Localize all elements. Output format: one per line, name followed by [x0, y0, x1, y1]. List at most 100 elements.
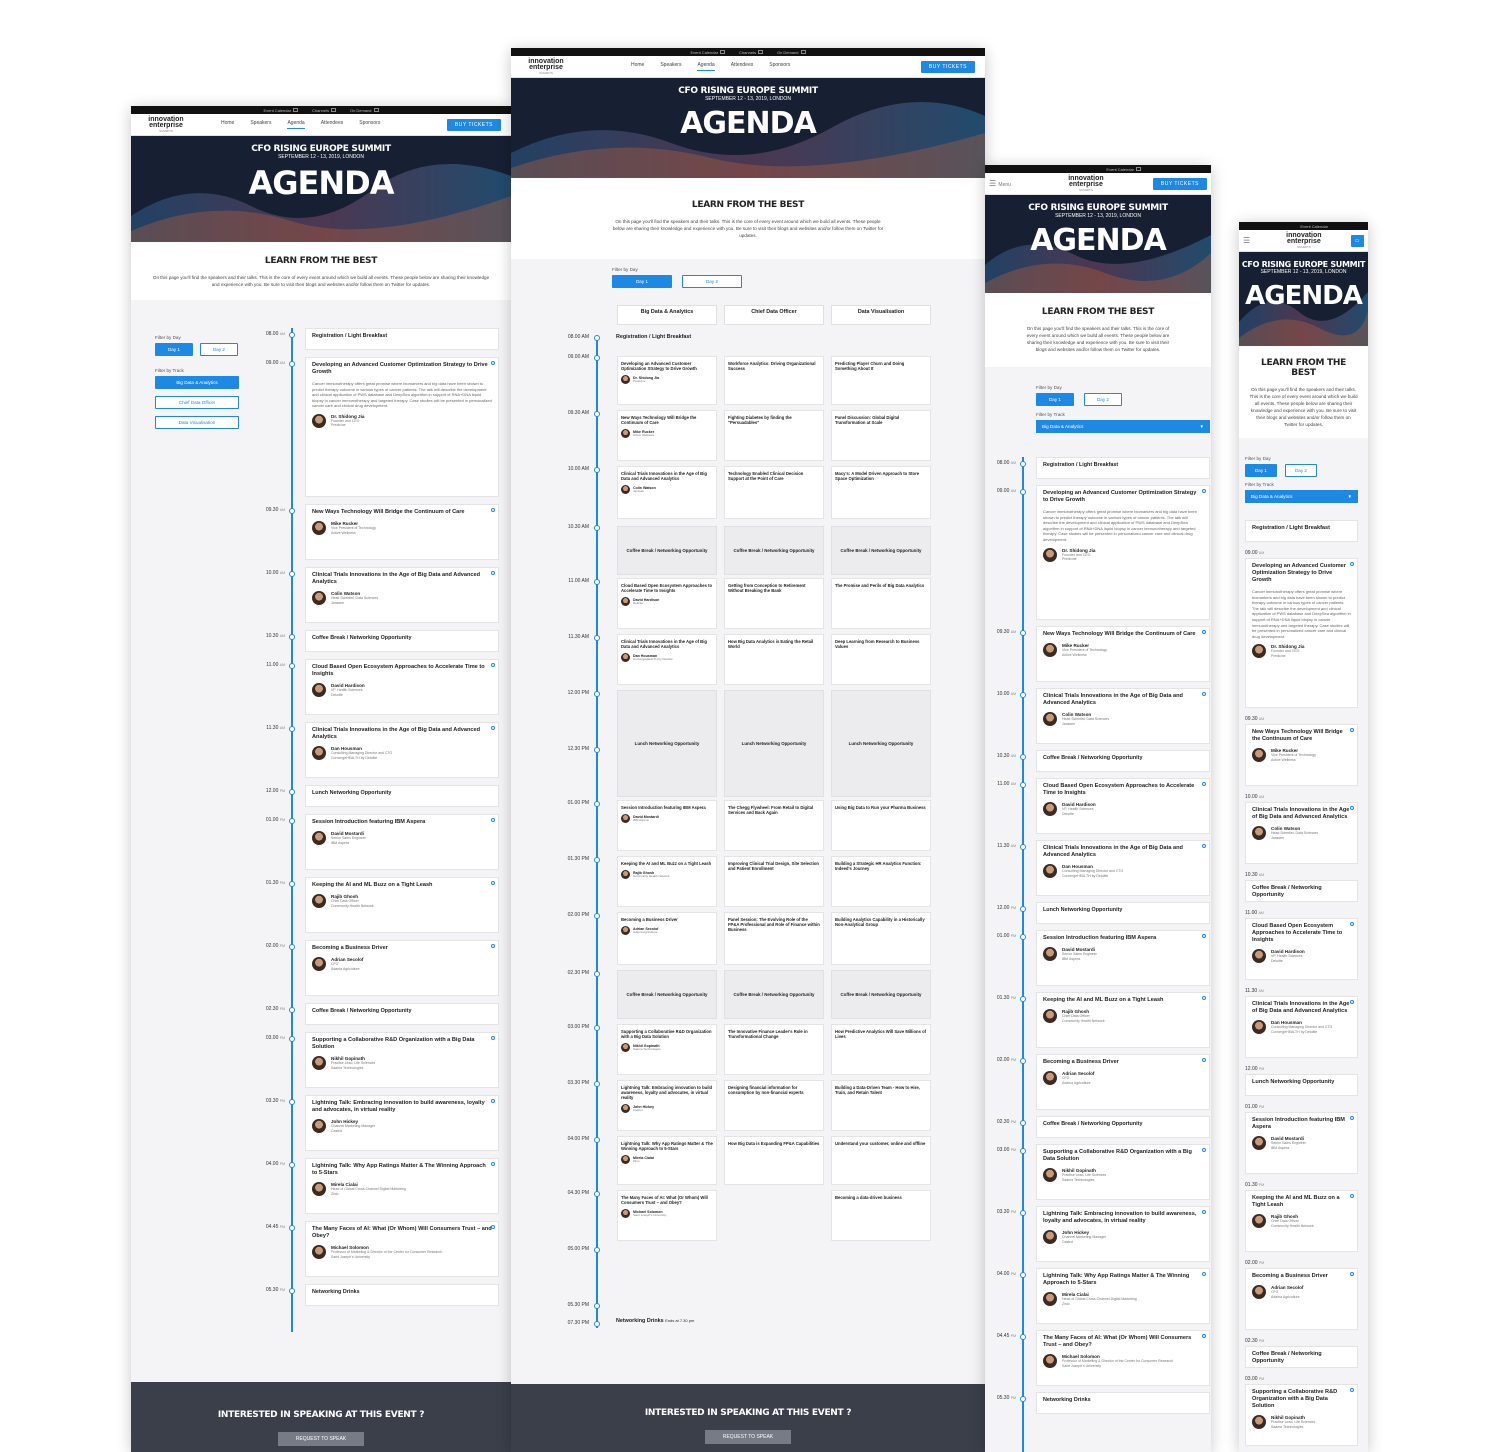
session-card[interactable]: New Ways Technology Will Bridge the Cont… [1245, 724, 1358, 786]
session-card[interactable]: Clinical Trials Innovations in the Age o… [1036, 840, 1210, 896]
session-card-col2[interactable]: Technology Enabled Clinical Decision Sup… [724, 466, 824, 519]
session-card-col3[interactable]: Using Big Data to Run your Pharma Busine… [831, 800, 931, 851]
expand-icon[interactable] [1202, 1334, 1206, 1338]
nav-attendees[interactable]: Attendees [321, 120, 344, 129]
session-card[interactable]: Lightning Talk: Why App Ratings Matter &… [305, 1158, 499, 1214]
expand-icon[interactable] [491, 1036, 495, 1040]
session-card-col3[interactable]: Building a Data-Driven Team - How to Hir… [831, 1080, 931, 1131]
session-card-col3[interactable]: How Predictive Analytics Will Save Milli… [831, 1024, 931, 1075]
session-card[interactable]: Supporting a Collaborative R&D Organizat… [1245, 1384, 1358, 1446]
expand-icon[interactable] [1350, 1388, 1354, 1392]
on-demand-link[interactable]: On Demand [350, 108, 379, 113]
day1-button[interactable]: Day 1 [1245, 464, 1277, 477]
session-card[interactable]: Coffee Break / Networking Opportunity [1245, 880, 1358, 902]
logo[interactable]: innovation enterprise SUMMITS [141, 116, 191, 133]
session-card[interactable]: Lightning Talk: Embracing innovation to … [305, 1095, 499, 1151]
track-dataviz-button[interactable]: Data Visualisation [155, 416, 239, 429]
on-demand-link[interactable]: On Demand [777, 50, 806, 55]
session-card[interactable]: Cloud Based Open Ecosystem Approaches to… [1036, 778, 1210, 834]
session-card[interactable]: Lightning Talk: Why App Ratings Matter &… [1036, 1268, 1210, 1324]
session-card-col1[interactable]: Developing an Advanced Customer Optimiza… [617, 356, 717, 405]
day2-button[interactable]: Day 2 [200, 343, 238, 356]
session-card-col2[interactable]: Panel Session: The Evolving Role of the … [724, 912, 824, 965]
menu-icon[interactable]: ☰ [1243, 236, 1257, 245]
session-card[interactable]: Clinical Trials Innovations in the Age o… [305, 567, 499, 623]
session-card[interactable]: Developing an Advanced Customer Optimiza… [1036, 485, 1210, 620]
expand-icon[interactable] [1202, 844, 1206, 848]
session-card[interactable]: Supporting a Collaborative R&D Organizat… [1036, 1144, 1210, 1200]
logo[interactable]: innovation enterprise SUMMITS [521, 58, 571, 75]
session-card[interactable]: Clinical Trials Innovations in the Age o… [1245, 996, 1358, 1058]
request-to-speak-button[interactable]: REQUEST TO SPEAK [277, 1432, 365, 1446]
expand-icon[interactable] [491, 944, 495, 948]
nav-sponsors[interactable]: Sponsors [769, 62, 790, 71]
session-card[interactable]: New Ways Technology Will Bridge the Cont… [305, 504, 499, 560]
session-card-col2[interactable]: Fighting Diabetes by finding the "Persua… [724, 410, 824, 461]
expand-icon[interactable] [1202, 782, 1206, 786]
expand-icon[interactable] [491, 508, 495, 512]
expand-icon[interactable] [1350, 1194, 1354, 1198]
session-card-col2[interactable]: The Chegg Flywheel: From Retail to Digit… [724, 800, 824, 851]
session-card[interactable]: Supporting a Collaborative R&D Organizat… [305, 1032, 499, 1088]
session-card-col1[interactable]: Supporting a Collaborative R&D Organizat… [617, 1024, 717, 1075]
session-card-col3[interactable]: Predicting Player Churn and Doing Someth… [831, 356, 931, 405]
session-card[interactable]: Registration / Light Breakfast [1245, 520, 1358, 542]
expand-icon[interactable] [491, 1162, 495, 1166]
session-card-col1[interactable]: Clinical Trials Innovations in the Age o… [617, 634, 717, 685]
session-card-col3[interactable]: Becoming a data-driven business [831, 1190, 931, 1241]
nav-agenda[interactable]: Agenda [287, 120, 305, 129]
track-big-data-button[interactable]: Big Data & Analytics [155, 376, 239, 389]
event-calendar-link[interactable]: Event Calendar [263, 108, 299, 113]
track-select[interactable]: Big Data & Analytics ▼ [1245, 490, 1358, 503]
day1-button[interactable]: Day 1 [612, 275, 672, 288]
session-card[interactable]: New Ways Technology Will Bridge the Cont… [1036, 626, 1210, 682]
track-header-cdo[interactable]: Chief Data Officer [724, 305, 824, 325]
session-card[interactable]: Keeping the AI and ML Buzz on a Tight Le… [1036, 992, 1210, 1048]
day1-button[interactable]: Day 1 [155, 343, 193, 356]
session-card[interactable]: The Many Faces of AI: What (Or Whom) Wil… [305, 1221, 499, 1277]
expand-icon[interactable] [491, 663, 495, 667]
logo[interactable]: innovation enterprise SUMMITS [1061, 175, 1111, 192]
expand-icon[interactable] [1202, 996, 1206, 1000]
session-card[interactable]: Session Introduction featuring IBM Asper… [305, 814, 499, 870]
expand-icon[interactable] [491, 1225, 495, 1229]
session-card[interactable]: Coffee Break / Networking Opportunity [1036, 750, 1210, 772]
session-card-col1[interactable]: Becoming a Business Driver Adrian Secolof… [617, 912, 717, 965]
nav-speakers[interactable]: Speakers [660, 62, 681, 71]
session-card-col2[interactable]: Designing financial information for cons… [724, 1080, 824, 1131]
track-header-big-data[interactable]: Big Data & Analytics [617, 305, 717, 325]
menu-button[interactable]: ☰ Menu [989, 179, 1019, 188]
event-calendar-link[interactable]: Event Calendar [1300, 224, 1328, 229]
session-card-col3[interactable]: Building a Strategic HR Analytics Functi… [831, 856, 931, 907]
session-card-col2[interactable]: How Big Data is Expanding FP&A Capabilit… [724, 1136, 824, 1185]
session-card[interactable]: The Many Faces of AI: What (Or Whom) Wil… [1036, 1330, 1210, 1386]
expand-icon[interactable] [491, 881, 495, 885]
session-card-col3[interactable]: The Promise and Perils of Big Data Analy… [831, 578, 931, 629]
nav-attendees[interactable]: Attendees [731, 62, 754, 71]
expand-icon[interactable] [491, 1099, 495, 1103]
ticket-icon[interactable]: ▭ [1350, 234, 1364, 247]
event-calendar-link[interactable]: Event Calendar [1106, 167, 1141, 172]
expand-icon[interactable] [491, 361, 495, 365]
expand-icon[interactable] [1350, 562, 1354, 566]
session-card[interactable]: Clinical Trials Innovations in the Age o… [305, 722, 499, 778]
nav-speakers[interactable]: Speakers [250, 120, 271, 129]
nav-sponsors[interactable]: Sponsors [359, 120, 380, 129]
expand-icon[interactable] [1350, 806, 1354, 810]
day2-button[interactable]: Day 2 [1084, 393, 1122, 406]
session-card[interactable]: Coffee Break / Networking Opportunity [305, 1003, 499, 1025]
request-to-speak-button[interactable]: REQUEST TO SPEAK [704, 1430, 792, 1444]
session-card-col1[interactable]: Lightning Talk: Why App Ratings Matter &… [617, 1136, 717, 1185]
session-card[interactable]: Lunch Networking Opportunity [1245, 1074, 1358, 1096]
session-card-col3[interactable]: Macy's: A Model Driven Approach to Store… [831, 466, 931, 519]
session-card[interactable]: Coffee Break / Networking Opportunity [1036, 1116, 1210, 1138]
day2-button[interactable]: Day 2 [1285, 464, 1317, 477]
expand-icon[interactable] [1202, 692, 1206, 696]
session-card-col1[interactable]: New Ways Technology Will Bridge the Cont… [617, 410, 717, 461]
session-card[interactable]: Developing an Advanced Customer Optimiza… [1245, 558, 1358, 708]
session-card-col1[interactable]: Clinical Trials Innovations in the Age o… [617, 466, 717, 519]
session-card-col2[interactable]: Workforce Analytics: Driving Organizatio… [724, 356, 824, 405]
session-card[interactable]: Developing an Advanced Customer Optimiza… [305, 357, 499, 497]
session-card-col3[interactable]: Panel Discussion: Global Digital Transfo… [831, 410, 931, 461]
track-header-dataviz[interactable]: Data Visualisation [831, 305, 931, 325]
